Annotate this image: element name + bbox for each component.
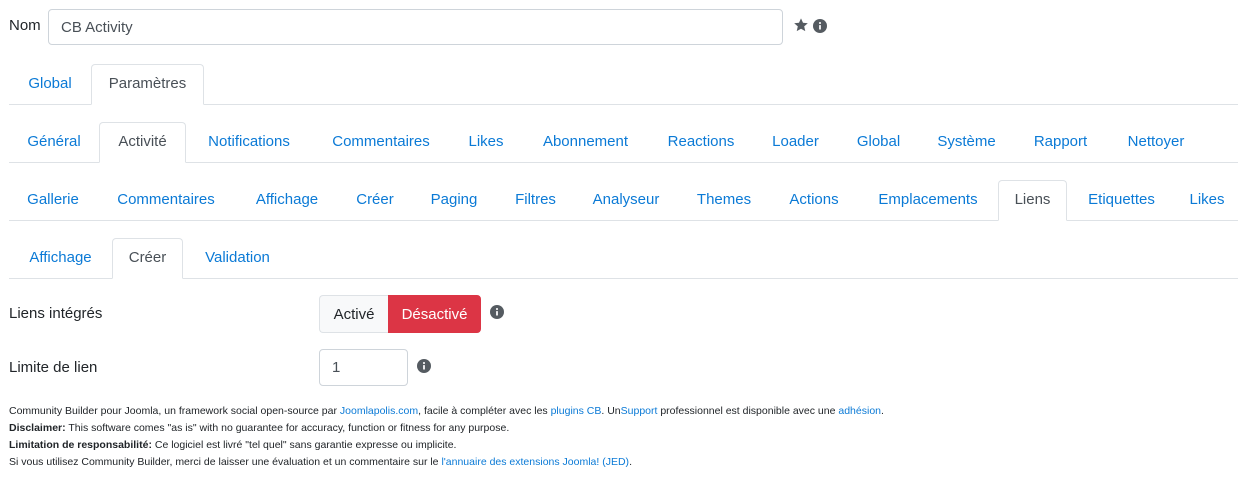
tab-abonnement[interactable]: Abonnement: [522, 122, 649, 162]
tab-affichage[interactable]: Affichage: [235, 180, 339, 220]
footer-text: Community Builder pour Joomla, un framew…: [9, 405, 340, 417]
membership-link[interactable]: adhésion: [838, 405, 881, 417]
tab-etiquettes[interactable]: Etiquettes: [1067, 180, 1176, 220]
tab-affichage-2[interactable]: Affichage: [9, 238, 112, 278]
enabled-option[interactable]: Activé: [319, 295, 388, 333]
tabs-parametres: Général Activité Notifications Commentai…: [9, 122, 1238, 163]
footer-line-disclaimer: Disclaimer: This software comes "as is" …: [9, 420, 884, 437]
tab-paging[interactable]: Paging: [411, 180, 497, 220]
tab-nettoyer[interactable]: Nettoyer: [1107, 122, 1205, 162]
cb-plugins-link[interactable]: plugins CB: [551, 405, 602, 417]
info-icon[interactable]: [490, 305, 504, 319]
tab-activite[interactable]: Activité: [99, 122, 186, 163]
review-text: Si vous utilisez Community Builder, merc…: [9, 456, 442, 468]
tab-reactions[interactable]: Reactions: [649, 122, 753, 162]
footer-text: professionnel est disponible avec une: [657, 405, 839, 417]
tab-liens[interactable]: Liens: [998, 180, 1067, 221]
info-icon[interactable]: [417, 359, 431, 373]
name-label: Nom: [9, 17, 41, 34]
tab-analyseur[interactable]: Analyseur: [574, 180, 678, 220]
review-end: .: [629, 456, 632, 468]
disabled-option[interactable]: Désactivé: [388, 295, 481, 333]
tab-commentaires-2[interactable]: Commentaires: [97, 180, 235, 220]
tab-global-2[interactable]: Global: [838, 122, 919, 162]
footer-line-review: Si vous utilisez Community Builder, merc…: [9, 454, 884, 471]
tab-general[interactable]: Général: [9, 122, 99, 162]
tabs-main: Global Paramètres: [9, 64, 1238, 105]
star-icon[interactable]: [793, 17, 809, 33]
joomlapolis-link[interactable]: Joomlapolis.com: [340, 405, 418, 417]
link-limit-input[interactable]: [319, 349, 408, 386]
disclaimer-heading: Disclaimer:: [9, 422, 66, 434]
tab-gallerie[interactable]: Gallerie: [9, 180, 97, 220]
tab-likes[interactable]: Likes: [450, 122, 522, 162]
tab-filtres[interactable]: Filtres: [497, 180, 574, 220]
tab-notifications[interactable]: Notifications: [186, 122, 312, 162]
tab-creer-2[interactable]: Créer: [112, 238, 183, 279]
tab-rapport[interactable]: Rapport: [1014, 122, 1107, 162]
disclaimer-text: This software comes "as is" with no guar…: [65, 422, 510, 434]
tab-likes-2[interactable]: Likes: [1176, 180, 1238, 220]
tabs-activite: Gallerie Commentaires Affichage Créer Pa…: [9, 180, 1238, 221]
jed-link[interactable]: l'annuaire des extensions Joomla! (JED): [441, 456, 629, 468]
footer-text: .: [881, 405, 884, 417]
tabs-liens: Affichage Créer Validation: [9, 238, 1238, 279]
footer: Community Builder pour Joomla, un framew…: [9, 403, 884, 471]
tab-emplacements[interactable]: Emplacements: [858, 180, 998, 220]
info-icon[interactable]: [813, 19, 827, 33]
tab-parametres[interactable]: Paramètres: [91, 64, 204, 105]
footer-line-credits: Community Builder pour Joomla, un framew…: [9, 403, 884, 420]
limitation-heading: Limitation de responsabilité:: [9, 439, 152, 451]
link-limit-label: Limite de lien: [9, 359, 98, 376]
tab-validation[interactable]: Validation: [183, 238, 292, 278]
support-link[interactable]: Support: [621, 405, 658, 417]
tab-themes[interactable]: Themes: [678, 180, 770, 220]
name-input[interactable]: [48, 9, 783, 45]
tab-actions[interactable]: Actions: [770, 180, 858, 220]
footer-text: . Un: [601, 405, 621, 417]
embedded-links-label: Liens intégrés: [9, 305, 103, 322]
tab-global[interactable]: Global: [9, 64, 91, 104]
footer-text: , facile à compléter avec les: [418, 405, 551, 417]
tab-commentaires[interactable]: Commentaires: [312, 122, 450, 162]
tab-creer[interactable]: Créer: [339, 180, 411, 220]
tab-systeme[interactable]: Système: [919, 122, 1014, 162]
embedded-links-toggle: Activé Désactivé: [319, 295, 481, 333]
tab-loader[interactable]: Loader: [753, 122, 838, 162]
footer-line-limitation: Limitation de responsabilité: Ce logicie…: [9, 437, 884, 454]
limitation-text: Ce logiciel est livré "tel quel" sans ga…: [151, 439, 457, 451]
